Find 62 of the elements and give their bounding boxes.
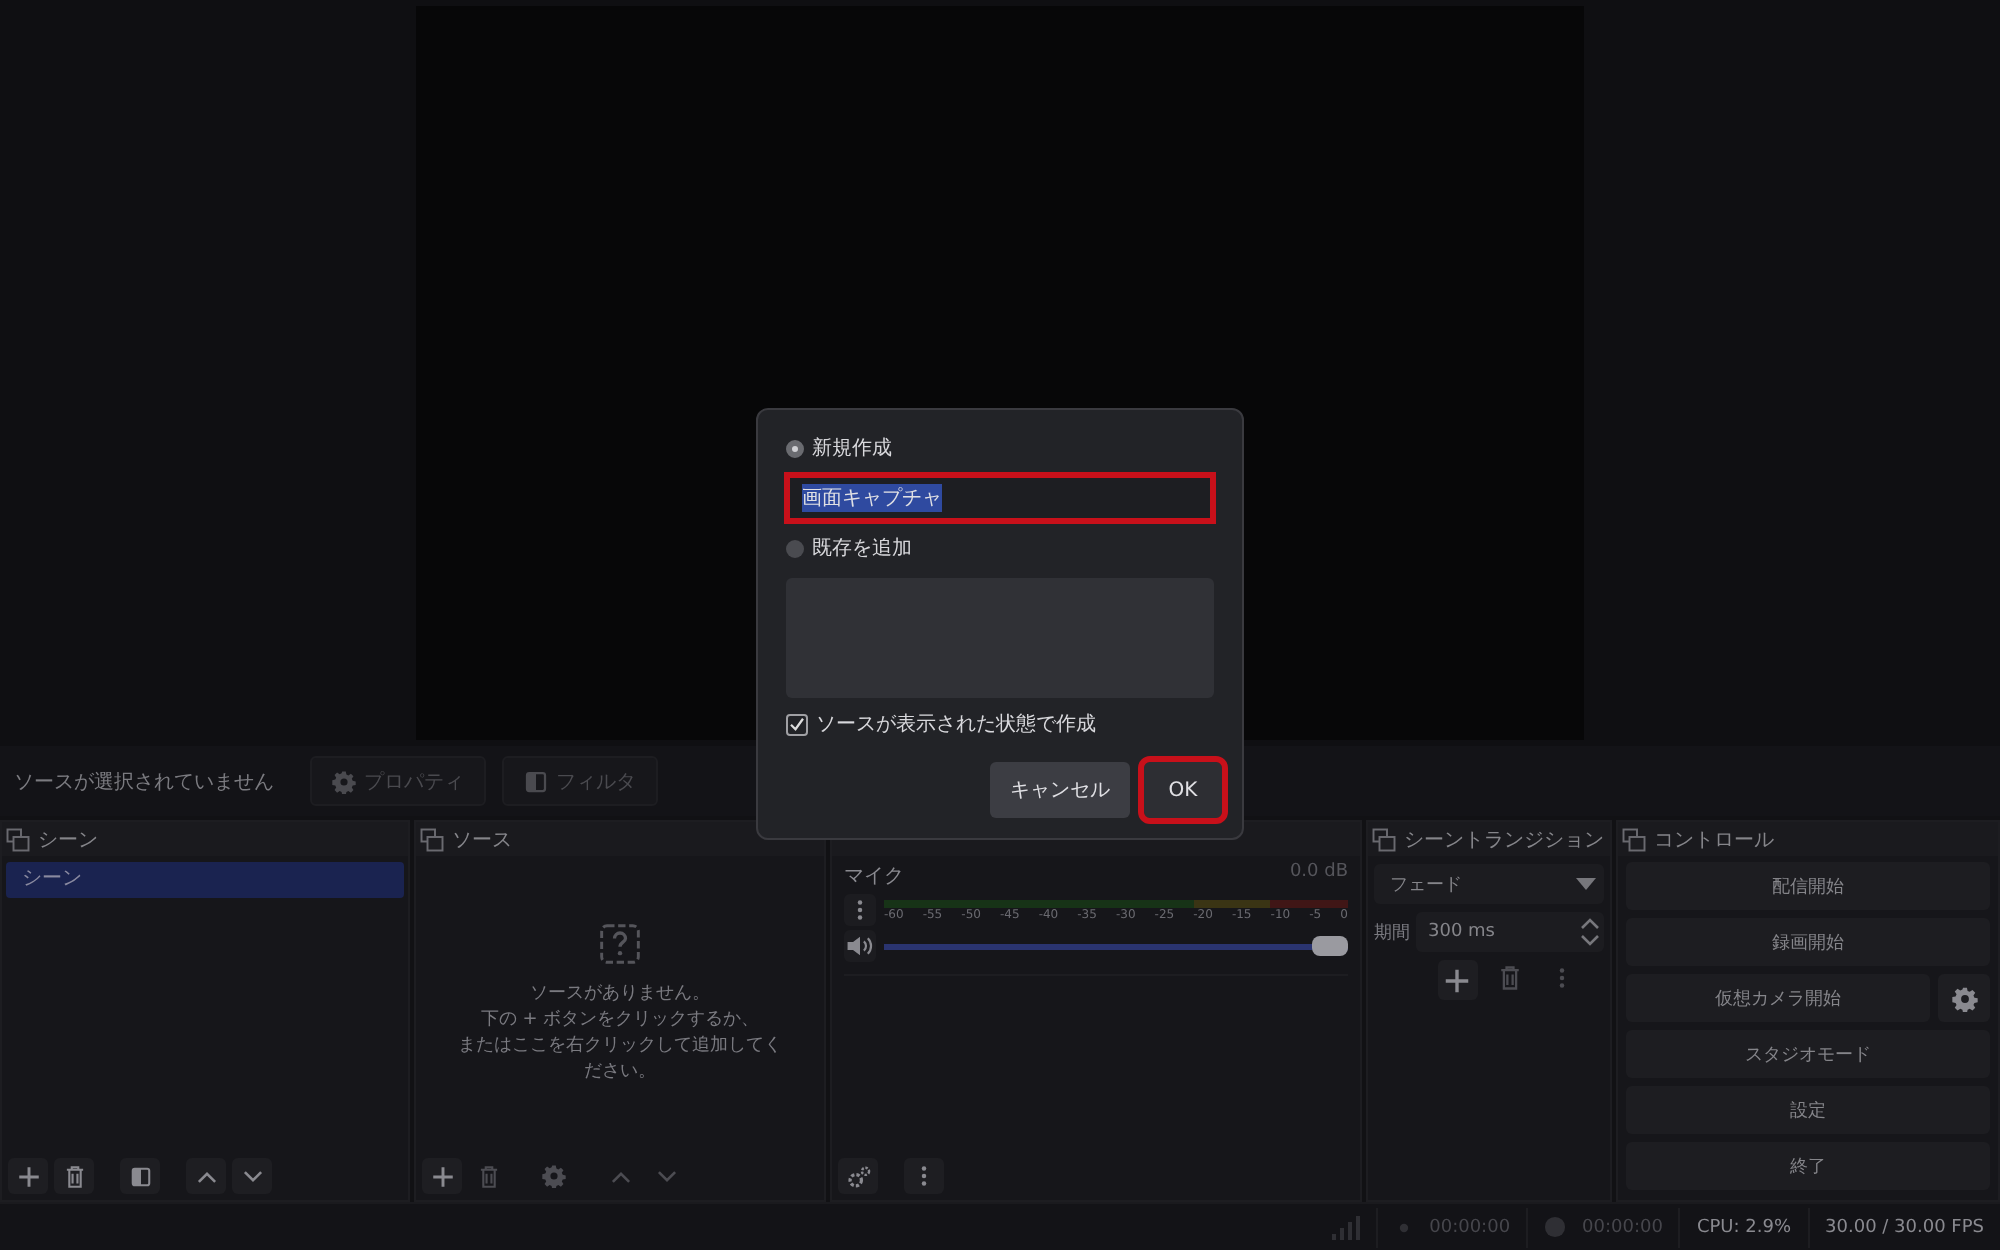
gear-icon bbox=[542, 1164, 566, 1188]
name-input-field[interactable]: 画面キャプチャ bbox=[786, 474, 1214, 522]
volume-reading: 0.0 dB bbox=[1289, 862, 1348, 886]
duration-label: 期間 bbox=[1374, 921, 1410, 945]
menu-button[interactable] bbox=[904, 1158, 944, 1194]
cancel-button[interactable]: キャンセル bbox=[990, 762, 1130, 818]
add-button[interactable] bbox=[8, 1158, 48, 1194]
scene-item[interactable]: シーン bbox=[6, 862, 404, 898]
cpu-usage: CPU: 2.9% bbox=[1696, 1217, 1792, 1237]
panel-title: コントロール bbox=[1654, 827, 1774, 853]
remove-button[interactable] bbox=[54, 1158, 94, 1194]
menu-button[interactable] bbox=[844, 894, 876, 926]
volume-button[interactable] bbox=[844, 930, 876, 962]
checkbox-label: ソースが表示された状態で作成 bbox=[816, 711, 1096, 738]
move-down-button[interactable] bbox=[232, 1158, 272, 1194]
control-button[interactable]: 終了 bbox=[1626, 1142, 1990, 1190]
control-button[interactable]: スタジオモード bbox=[1626, 1030, 1990, 1078]
move-up-button[interactable] bbox=[186, 1158, 226, 1194]
caret-icon bbox=[1576, 878, 1596, 890]
question-icon bbox=[598, 922, 642, 966]
option-label: 新規作成 bbox=[812, 435, 892, 462]
channel-name: マイク bbox=[844, 864, 904, 890]
empty-message: またはここを右クリックして追加してください。 bbox=[456, 1034, 784, 1086]
fps-reading: 30.00 / 30.00 FPS bbox=[1825, 1217, 1984, 1237]
trash-icon bbox=[1495, 964, 1523, 992]
gears-icon bbox=[845, 1163, 871, 1189]
radio-button[interactable] bbox=[786, 539, 804, 557]
plus-icon bbox=[15, 1163, 41, 1189]
panel-title: シーントランジション bbox=[1404, 827, 1604, 853]
radio-button[interactable] bbox=[786, 439, 804, 457]
settings-button[interactable] bbox=[1938, 974, 1990, 1022]
signal-icon bbox=[1331, 1215, 1360, 1239]
selection-status: ソースが選択されていません bbox=[14, 769, 276, 795]
empty-message: 下の + ボタンをクリックするか、 bbox=[480, 1008, 760, 1034]
empty-message: ソースがありません。 bbox=[530, 982, 710, 1008]
checkbox[interactable] bbox=[786, 713, 808, 735]
control-button[interactable]: 仮想カメラ開始 bbox=[1626, 974, 1930, 1022]
half-square-icon bbox=[129, 1165, 151, 1187]
panel-title: シーン bbox=[38, 827, 98, 853]
record-icon bbox=[1544, 1216, 1567, 1238]
speaker-icon bbox=[846, 932, 874, 960]
option-label: 既存を追加 bbox=[812, 535, 912, 562]
control-button[interactable]: 設定 bbox=[1626, 1086, 1990, 1134]
gear-icon bbox=[1951, 985, 1977, 1011]
control-button[interactable]: 録画開始 bbox=[1626, 918, 1990, 966]
duration-field[interactable]: 300 ms bbox=[1416, 912, 1604, 952]
add-button[interactable] bbox=[422, 1158, 462, 1194]
volume-slider[interactable] bbox=[884, 936, 1348, 956]
gear-icon bbox=[332, 769, 356, 793]
ok-button[interactable]: OK bbox=[1144, 762, 1222, 818]
trash-icon bbox=[61, 1163, 87, 1189]
settings-button[interactable] bbox=[838, 1158, 878, 1194]
filters-button[interactable] bbox=[120, 1158, 160, 1194]
transition-dropdown[interactable]: フェード bbox=[1374, 864, 1604, 904]
panel-title: ソース bbox=[452, 827, 512, 853]
half-square-icon bbox=[524, 769, 548, 793]
trash-icon bbox=[475, 1163, 501, 1189]
up-down-arrows-icon bbox=[1580, 916, 1600, 948]
plus-icon bbox=[429, 1163, 455, 1189]
control-button[interactable]: 配信開始 bbox=[1626, 862, 1990, 910]
add-button[interactable] bbox=[1437, 960, 1477, 1000]
plus-icon bbox=[1442, 965, 1472, 995]
